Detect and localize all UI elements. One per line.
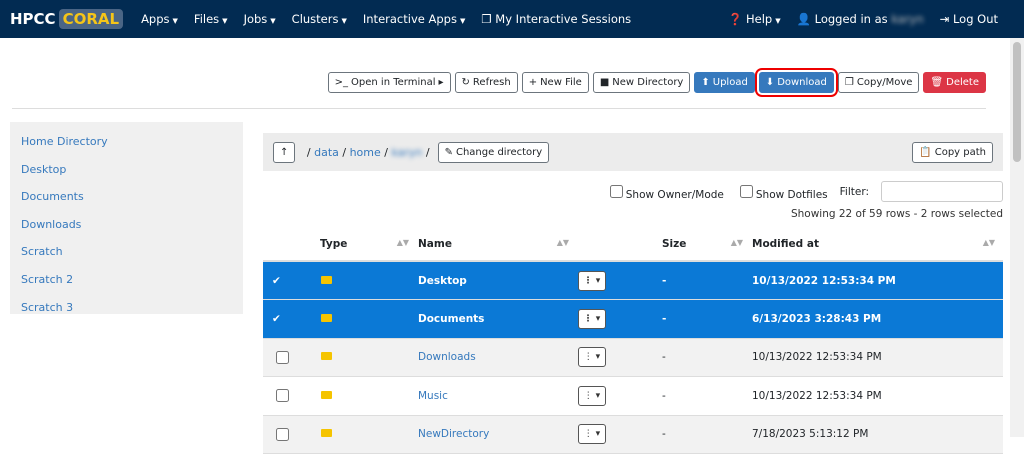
file-name[interactable]: NewDirectory [418, 428, 489, 440]
download-button[interactable]: ⬇ Download [754, 68, 838, 97]
sidebar-item-scratch-2[interactable]: Scratch 2 [10, 266, 243, 294]
sidebar-item-desktop[interactable]: Desktop [10, 156, 243, 184]
file-name[interactable]: Music [418, 390, 448, 402]
breadcrumb: ↑ / data / home / karyn / ✎ Change direct… [263, 133, 1003, 171]
sidebar: Home Directory Desktop Documents Downloa… [10, 122, 243, 314]
folder-plus-icon: ■ [599, 77, 610, 88]
logout-icon: ⇥ [939, 12, 950, 26]
row-actions-dropdown[interactable]: ⋮ ▾ [578, 385, 606, 406]
folder-icon [321, 390, 332, 399]
scrollbar[interactable] [1010, 38, 1024, 437]
table-row[interactable]: Downloads ⋮ ▾ - 10/13/2022 12:53:34 PM [263, 338, 1003, 377]
file-name[interactable]: Documents [418, 313, 484, 325]
copy-path-button[interactable]: 📋 Copy path [912, 141, 993, 163]
file-name[interactable]: Desktop [418, 275, 467, 287]
row-checkbox[interactable] [276, 427, 289, 441]
nav-jobs[interactable]: Jobs ▼ [244, 12, 276, 26]
arrow-up-icon: ↑ [280, 146, 289, 158]
folder-icon [321, 352, 332, 361]
refresh-icon: ↻ [461, 77, 470, 88]
upload-button[interactable]: ⬆ Upload [694, 72, 755, 93]
header-size[interactable]: Size ▲▼ [661, 228, 751, 262]
sidebar-item-scratch-3[interactable]: Scratch 3 [10, 294, 243, 322]
header-name[interactable]: Name ▲▼ [417, 228, 577, 262]
show-owner-checkbox[interactable]: Show Owner/Mode [606, 182, 724, 201]
file-name[interactable]: Downloads [418, 351, 476, 363]
filter-input[interactable] [881, 181, 1003, 202]
folder-icon [321, 429, 332, 438]
file-modified: 10/13/2022 12:53:34 PM [751, 338, 1003, 377]
table-row[interactable]: Music ⋮ ▾ - 10/13/2022 12:53:34 PM [263, 376, 1003, 416]
nav-clusters[interactable]: Clusters ▼ [292, 12, 347, 26]
file-size: - [661, 415, 751, 454]
nav-sessions[interactable]: ❐ My Interactive Sessions [481, 12, 631, 26]
help-icon: ❓ [728, 12, 743, 26]
nav-files[interactable]: Files ▼ [194, 12, 228, 26]
file-size: - [661, 376, 751, 416]
checkmark-icon[interactable]: ✔ [272, 275, 281, 287]
sessions-icon: ❐ [481, 12, 492, 26]
crumb-data[interactable]: data [314, 146, 339, 159]
edit-icon: ✎ [444, 146, 453, 158]
row-checkbox[interactable] [276, 350, 289, 364]
table-row[interactable]: NewDirectory ⋮ ▾ - 7/18/2023 5:13:12 PM [263, 415, 1003, 454]
row-actions-dropdown[interactable]: ⋮ ▾ [578, 347, 606, 368]
file-size: - [661, 299, 751, 339]
row-checkbox[interactable] [276, 389, 289, 403]
logged-in: 👤 Logged in as karyn [796, 12, 924, 26]
new-directory-button[interactable]: ■ New Directory [592, 72, 691, 93]
table-row[interactable]: ✔ Documents ⋮ ▾ - 6/13/2023 3:28:43 PM [263, 299, 1003, 339]
refresh-button[interactable]: ↻ Refresh [454, 72, 518, 93]
file-modified: 6/13/2023 3:28:43 PM [751, 299, 1003, 339]
crumb-user[interactable]: karyn [391, 146, 422, 159]
filter-label: Filter: [839, 185, 869, 198]
trash-icon: 🗑 [930, 77, 944, 88]
toolbar: >_ Open in Terminal ▸ ↻ Refresh + New File … [327, 68, 986, 97]
upload-icon: ⬆ [701, 77, 710, 88]
open-terminal-button[interactable]: >_ Open in Terminal ▸ [327, 72, 451, 93]
row-count: Showing 22 of 59 rows - 2 rows selected [790, 208, 1003, 220]
download-icon: ⬇ [765, 77, 775, 88]
nav-help[interactable]: ❓ Help ▼ [728, 12, 781, 26]
change-directory-button[interactable]: ✎ Change directory [437, 141, 550, 163]
plus-icon: + [528, 77, 538, 88]
file-browser: ↑ / data / home / karyn / ✎ Change direct… [263, 133, 1003, 454]
nav-apps[interactable]: Apps ▼ [141, 12, 178, 26]
up-directory-button[interactable]: ↑ [273, 141, 296, 163]
crumb-home[interactable]: home [350, 146, 381, 159]
nav-interactive-apps[interactable]: Interactive Apps ▼ [363, 12, 465, 26]
sidebar-item-scratch[interactable]: Scratch [10, 238, 243, 266]
user-icon: 👤 [796, 12, 811, 26]
copy-move-button[interactable]: ❐ Copy/Move [837, 72, 920, 93]
file-size: - [661, 338, 751, 377]
folder-icon [321, 275, 332, 284]
row-actions-dropdown[interactable]: ⋮ ▾ [578, 270, 606, 291]
folder-icon [321, 313, 332, 322]
logo[interactable]: HPCC CORAL [10, 9, 124, 29]
delete-button[interactable]: 🗑 Delete [923, 72, 986, 93]
copy-icon: ❐ [844, 77, 854, 88]
terminal-icon: >_ [334, 77, 349, 88]
file-size: - [661, 261, 751, 300]
row-actions-dropdown[interactable]: ⋮ ▾ [578, 424, 606, 445]
file-modified: 7/18/2023 5:13:12 PM [751, 415, 1003, 454]
new-file-button[interactable]: + New File [521, 72, 589, 93]
header-type[interactable]: Type ▲▼ [319, 228, 417, 262]
sidebar-item-downloads[interactable]: Downloads [10, 211, 243, 239]
file-modified: 10/13/2022 12:53:34 PM [751, 376, 1003, 416]
clipboard-icon: 📋 [919, 146, 932, 158]
file-modified: 10/13/2022 12:53:34 PM [751, 261, 1003, 300]
divider [12, 108, 986, 109]
logout-link[interactable]: ⇥ Log Out [940, 12, 998, 26]
table-row[interactable]: ✔ Desktop ⋮ ▾ - 10/13/2022 12:53:34 PM [263, 261, 1003, 300]
caret-right-icon: ▸ [438, 77, 444, 88]
sidebar-item-documents[interactable]: Documents [10, 183, 243, 211]
checkmark-icon[interactable]: ✔ [272, 313, 281, 325]
sidebar-item-home[interactable]: Home Directory [10, 128, 243, 156]
show-dotfiles-checkbox[interactable]: Show Dotfiles [736, 182, 828, 201]
header-modified[interactable]: Modified at ▲▼ [751, 228, 1003, 262]
navbar: HPCC CORAL Apps ▼ Files ▼ Jobs ▼ Clusters ▼ I… [0, 0, 1024, 38]
file-table: Type ▲▼ Name ▲▼ Size ▲▼ Modified at ▲▼ ✔ Des… [263, 228, 1003, 454]
row-actions-dropdown[interactable]: ⋮ ▾ [578, 308, 606, 329]
